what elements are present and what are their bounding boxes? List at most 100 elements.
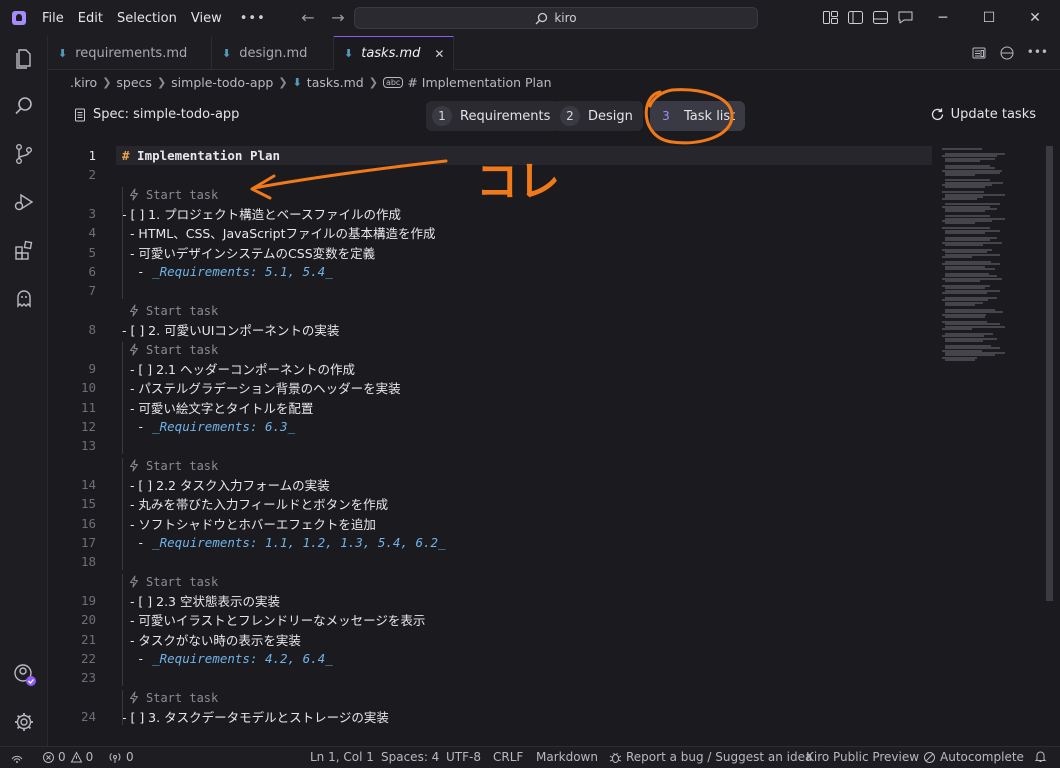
breadcrumb-tasks-md[interactable]: tasks.md — [307, 75, 364, 90]
step-requirements-button[interactable]: 1 Requirements — [426, 101, 561, 131]
spec-name: Spec: simple-todo-app — [93, 107, 240, 122]
lightning-icon — [130, 691, 138, 704]
list-dash: - — [122, 264, 153, 280]
code-line[interactable]: 2 — [48, 165, 932, 184]
ports-indicator[interactable]: 0 — [108, 750, 134, 764]
split-editor-icon[interactable] — [999, 45, 1015, 65]
code-line[interactable]: 8 - [ ] 2. 可愛いUIコンポーネントの実装 — [48, 320, 932, 339]
account-icon[interactable] — [12, 662, 36, 686]
code-line[interactable]: 1 # Implementation Plan — [48, 146, 932, 165]
step-label: Design — [588, 108, 633, 124]
tab-requirements-md[interactable]: ⬇ requirements.md — [48, 36, 212, 70]
command-search-box[interactable]: kiro — [354, 7, 758, 29]
code-line[interactable]: 9 - [ ] 2.1 ヘッダーコンポーネントの作成 — [48, 359, 932, 378]
code-line[interactable]: 15 - 丸みを帯びた入力フィールドとボタンを作成 — [48, 494, 932, 513]
code-line[interactable]: 10 - パステルグラデーション背景のヘッダーを実装 — [48, 378, 932, 397]
chevron-right-icon: ❯ — [102, 75, 112, 89]
menu-more-icon[interactable]: ••• — [240, 11, 266, 26]
code-line[interactable]: 6 - _Requirements: 5.1, 5.4_ — [48, 262, 932, 281]
settings-gear-icon[interactable] — [12, 710, 36, 734]
menu-selection[interactable]: Selection — [117, 11, 177, 26]
start-task-codelens[interactable]: Start task — [128, 341, 218, 359]
forward-arrow-icon[interactable]: → — [326, 8, 350, 27]
line-number: 18 — [80, 554, 96, 570]
start-task-codelens[interactable]: Start task — [128, 573, 218, 591]
encoding[interactable]: UTF-8 — [446, 750, 481, 764]
step-design-button[interactable]: 2 Design — [554, 101, 643, 131]
code-line[interactable]: 17 - _Requirements: 1.1, 1.2, 1.3, 5.4, … — [48, 533, 932, 552]
breadcrumb-simple-todo-app[interactable]: simple-todo-app — [171, 75, 273, 90]
markdown-file-icon: ⬇ — [58, 46, 68, 60]
report-bug-link[interactable]: Report a bug / Suggest an idea — [609, 750, 812, 764]
code-line[interactable]: 19 - [ ] 2.3 空状態表示の実装 — [48, 591, 932, 610]
maximize-button[interactable]: ☐ — [966, 0, 1012, 36]
start-task-codelens[interactable]: Start task — [128, 689, 218, 707]
code-line[interactable]: 4 - HTML、CSS、JavaScriptファイルの基本構造を作成 — [48, 223, 932, 242]
back-arrow-icon[interactable]: ← — [296, 8, 320, 27]
kiro-ghost-icon[interactable] — [12, 286, 36, 310]
breadcrumb-symbol[interactable]: # Implementation Plan — [407, 75, 551, 90]
code-line[interactable]: 5 - 可愛いデザインシステムのCSS変数を定義 — [48, 243, 932, 262]
code-line[interactable]: 16 - ソフトシャドウとホバーエフェクトを追加 — [48, 514, 932, 533]
indentation[interactable]: Spaces: 4 — [381, 750, 439, 764]
tab-tasks-md[interactable]: ⬇ tasks.md ✕ — [334, 36, 454, 70]
open-preview-icon[interactable] — [971, 45, 987, 65]
line-number: 20 — [80, 612, 96, 628]
minimap[interactable] — [934, 144, 1042, 746]
code-line[interactable]: 12 - _Requirements: 6.3_ — [48, 417, 932, 436]
extensions-icon[interactable] — [12, 238, 36, 262]
problems-indicator[interactable]: 0 0 — [42, 750, 93, 764]
start-task-codelens[interactable]: Start task — [128, 302, 218, 320]
code-line[interactable]: 14 - [ ] 2.2 タスク入力フォームの実装 — [48, 475, 932, 494]
markdown-file-icon: ⬇ — [222, 46, 232, 60]
update-tasks-button[interactable]: Update tasks — [930, 107, 1036, 122]
tab-design-md[interactable]: ⬇ design.md — [212, 36, 334, 70]
code-line[interactable]: 22 - _Requirements: 4.2, 6.4_ — [48, 649, 932, 668]
layout-icon[interactable] — [822, 9, 839, 26]
autocomplete-toggle[interactable]: Autocomplete — [923, 750, 1024, 764]
code-line[interactable]: 7 — [48, 281, 932, 300]
code-editor[interactable]: 1 # Implementation Plan 2 Start task 3 - [ ] … — [48, 144, 932, 746]
code-line[interactable]: 24 - [ ] 3. タスクデータモデルとストレージの実装 — [48, 707, 932, 726]
code-line[interactable]: 13 — [48, 436, 932, 455]
code-line[interactable]: 23 — [48, 668, 932, 687]
menu-view[interactable]: View — [191, 11, 222, 26]
step-task-list-button[interactable]: 3 Task list — [650, 101, 746, 131]
step-number: 2 — [560, 106, 580, 126]
code-line[interactable]: 21 - タスクがない時の表示を実装 — [48, 630, 932, 649]
code-line[interactable]: 18 — [48, 552, 932, 571]
minimap-line — [945, 304, 975, 306]
notifications-bell-icon[interactable] — [1034, 750, 1047, 763]
search-sidebar-icon[interactable] — [12, 94, 36, 118]
minimize-button[interactable]: ─ — [920, 0, 966, 36]
code-line[interactable]: 3 - [ ] 1. プロジェクト構造とベースファイルの作成 — [48, 204, 932, 223]
code-line[interactable]: 20 - 可愛いイラストとフレンドリーなメッセージを表示 — [48, 610, 932, 629]
vertical-scrollbar[interactable] — [1046, 146, 1053, 601]
line-text: - [ ] 2.1 ヘッダーコンポーネントの作成 — [122, 361, 355, 377]
language-mode[interactable]: Markdown — [536, 750, 598, 764]
chevron-right-icon: ❯ — [156, 75, 167, 89]
toggle-sidebar-icon[interactable] — [847, 9, 864, 26]
source-control-icon[interactable] — [12, 142, 36, 166]
run-debug-icon[interactable] — [12, 190, 36, 214]
start-task-codelens[interactable]: Start task — [128, 457, 218, 475]
requirements-text: _Requirements: 5.1, 5.4_ — [152, 264, 333, 280]
toggle-panel-icon[interactable] — [872, 9, 889, 26]
cursor-position[interactable]: Ln 1, Col 1 — [310, 750, 374, 764]
explorer-icon[interactable] — [12, 46, 36, 70]
menu-file[interactable]: File — [42, 11, 64, 26]
remote-icon[interactable] — [10, 750, 24, 764]
close-tab-icon[interactable]: ✕ — [434, 47, 444, 61]
breadcrumb-kiro[interactable]: .kiro — [70, 75, 97, 90]
code-line[interactable]: 11 - 可愛い絵文字とタイトルを配置 — [48, 398, 932, 417]
kiro-preview-label[interactable]: Kiro Public Preview — [806, 750, 919, 764]
more-actions-icon[interactable]: ••• — [1027, 45, 1048, 65]
menu-edit[interactable]: Edit — [78, 11, 103, 26]
tab-label: design.md — [239, 45, 308, 61]
start-task-codelens[interactable]: Start task — [128, 186, 218, 204]
line-endings[interactable]: CRLF — [493, 750, 523, 764]
line-text: - 可愛いデザインシステムのCSS変数を定義 — [122, 245, 376, 261]
chat-icon[interactable] — [897, 9, 914, 26]
breadcrumb-specs[interactable]: specs — [116, 75, 152, 90]
close-window-button[interactable]: ✕ — [1012, 0, 1058, 36]
